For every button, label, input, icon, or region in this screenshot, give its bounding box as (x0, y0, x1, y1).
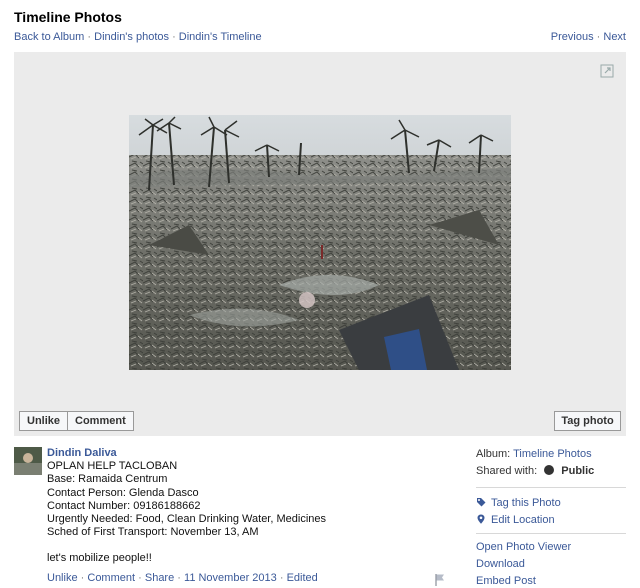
post-line: Sched of First Transport: November 13, A… (47, 526, 259, 539)
action-separator: · (138, 572, 142, 584)
post-date-link[interactable]: 11 November 2013 (184, 572, 277, 584)
flag-icon[interactable] (434, 573, 446, 586)
shared-label: Shared with: (476, 465, 538, 477)
action-separator: · (279, 572, 284, 584)
photo-stage: Unlike Comment Tag photo (14, 52, 626, 436)
next-link[interactable]: Next (603, 31, 626, 43)
tag-this-photo-action[interactable]: Tag this Photo (476, 497, 626, 509)
post-body: Dindin Daliva OPLAN HELP TACLOBAN Base: … (47, 447, 447, 566)
post-spacer (47, 539, 447, 552)
share-link[interactable]: Share (145, 572, 174, 584)
location-pin-icon (477, 514, 485, 524)
pager-separator: · (596, 31, 601, 43)
breadcrumb: Back to Album · Dindin's photos · Dindin… (14, 31, 262, 43)
author-name-link[interactable]: Dindin Daliva (47, 447, 447, 460)
globe-icon (544, 465, 555, 475)
post-line: Contact Person: Glenda Dasco (47, 486, 199, 499)
privacy-selector[interactable]: Public (561, 465, 594, 477)
post-line: Urgently Needed: Food, Clean Drinking Wa… (47, 513, 327, 526)
album-link[interactable]: Timeline Photos (513, 448, 591, 460)
action-separator: · (80, 572, 85, 584)
edit-location-link[interactable]: Edit Location (491, 514, 555, 526)
comment-link[interactable]: Comment (87, 572, 135, 584)
timeline-photo[interactable] (129, 115, 511, 370)
sidebar-divider (476, 487, 626, 488)
breadcrumb-separator: · (172, 31, 176, 43)
page-title: Timeline Photos (14, 9, 122, 25)
post-line: OPLAN HELP TACLOBAN (47, 460, 178, 473)
photo-pager: Previous · Next (551, 31, 626, 43)
download-link[interactable]: Download (476, 558, 626, 570)
back-to-album-link[interactable]: Back to Album (14, 31, 84, 43)
user-photos-link[interactable]: Dindin's photos (94, 31, 169, 43)
breadcrumb-separator: · (87, 31, 92, 43)
tag-photo-button[interactable]: Tag photo (554, 411, 621, 431)
action-separator: · (177, 572, 181, 584)
post-line: Base: Ramaida Centrum (47, 473, 168, 486)
author-avatar[interactable] (14, 447, 42, 475)
typhoon-debris-image (129, 115, 511, 370)
unlike-link[interactable]: Unlike (47, 572, 78, 584)
post-actions: Unlike · Comment · Share · 11 November 2… (47, 572, 318, 584)
open-photo-viewer-link[interactable]: Open Photo Viewer (476, 541, 626, 553)
user-timeline-link[interactable]: Dindin's Timeline (179, 31, 262, 43)
embed-post-link[interactable]: Embed Post (476, 575, 626, 587)
tag-this-photo-link[interactable]: Tag this Photo (491, 497, 561, 509)
comment-button[interactable]: Comment (67, 412, 133, 430)
privacy-info: Shared with: Public (476, 465, 626, 477)
sidebar-divider (476, 533, 626, 534)
post-line: Contact Number: 09186188662 (47, 499, 201, 512)
expand-icon[interactable] (600, 64, 614, 78)
tag-icon (477, 498, 486, 507)
edit-location-action[interactable]: Edit Location (476, 514, 626, 526)
avatar-image (14, 447, 42, 475)
post-closing: let's mobilize people!! (47, 552, 152, 565)
unlike-button[interactable]: Unlike (20, 412, 67, 430)
like-comment-buttons: Unlike Comment (19, 411, 134, 431)
album-info: Album: Timeline Photos (476, 448, 626, 460)
edited-link[interactable]: Edited (287, 572, 318, 584)
album-label: Album: (476, 448, 511, 460)
previous-link[interactable]: Previous (551, 31, 594, 43)
